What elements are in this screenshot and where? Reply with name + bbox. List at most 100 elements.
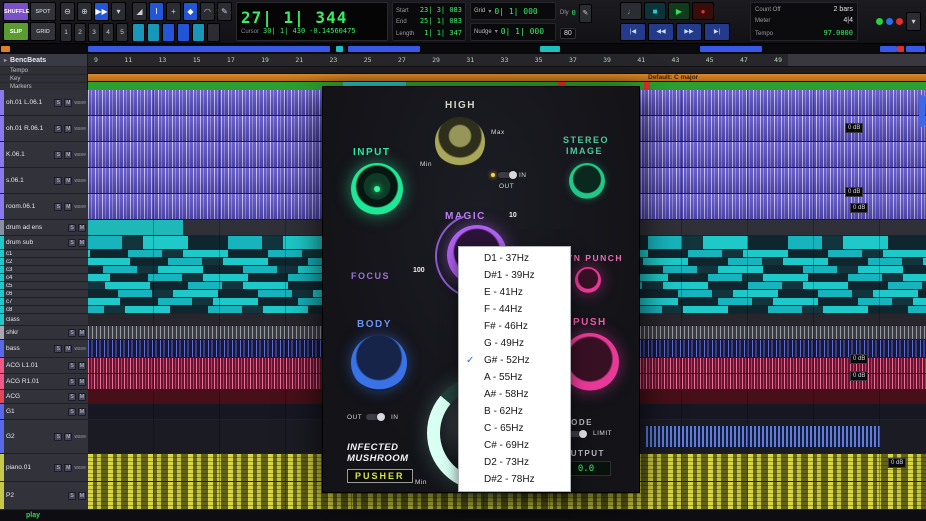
track-header[interactable]: c4 bbox=[0, 274, 88, 282]
zoom-preset-5[interactable]: 5 bbox=[116, 23, 128, 42]
tempo-ruler[interactable] bbox=[88, 66, 926, 73]
frequency-option[interactable]: F# - 46Hz bbox=[459, 318, 570, 335]
solo-button[interactable]: S bbox=[54, 176, 63, 185]
track-name[interactable]: oh.01 L.06.1 bbox=[6, 99, 52, 106]
track-header[interactable]: P2 S M bbox=[0, 482, 88, 510]
mode-slip-button[interactable]: SLIP bbox=[3, 22, 29, 41]
automation-follows-edit-toggle[interactable] bbox=[207, 23, 220, 42]
mute-button[interactable]: M bbox=[78, 361, 86, 370]
default-velocity-field[interactable]: 80 bbox=[560, 28, 576, 40]
mute-button[interactable]: M bbox=[64, 344, 73, 353]
track-name[interactable]: G1 bbox=[6, 408, 66, 415]
track-name[interactable]: c6 bbox=[6, 291, 86, 297]
track-header[interactable]: bass S Mwave bbox=[0, 340, 88, 358]
ruler-label-markers[interactable]: Markers bbox=[0, 82, 87, 90]
track-header[interactable]: c1 bbox=[0, 250, 88, 258]
mute-button[interactable]: M bbox=[78, 491, 86, 500]
count-off-value[interactable]: 2 bars bbox=[834, 6, 853, 13]
clip-gain-badge[interactable]: 0 dB bbox=[845, 123, 864, 133]
track-name[interactable]: piano.01 bbox=[6, 464, 52, 471]
zoom-preset-4[interactable]: 4 bbox=[102, 23, 114, 42]
track-name[interactable]: K.06.1 bbox=[6, 151, 52, 158]
frequency-option[interactable]: A - 55Hz bbox=[459, 369, 570, 386]
clip-gain-badge[interactable]: 0 dB bbox=[850, 371, 869, 381]
mute-button[interactable]: M bbox=[64, 176, 73, 185]
mode-shuffle-button[interactable]: SHUFFLE bbox=[3, 2, 29, 21]
pencil-tool-button[interactable]: ✎ bbox=[217, 2, 232, 21]
track-header[interactable]: ACG S M bbox=[0, 390, 88, 404]
track-name[interactable]: room.06.1 bbox=[6, 203, 52, 210]
track-name[interactable]: G2 bbox=[6, 433, 52, 440]
clip-gain-badge[interactable]: 0 dB bbox=[888, 458, 907, 468]
dyn-punch-knob[interactable] bbox=[575, 267, 601, 293]
track-header[interactable]: class bbox=[0, 314, 88, 326]
track-name[interactable]: c5 bbox=[6, 283, 86, 289]
clip-gain-badge[interactable]: 0 dB bbox=[850, 203, 869, 213]
zoom-preset-3[interactable]: 3 bbox=[88, 23, 100, 42]
track-header[interactable]: drum sub S M bbox=[0, 236, 88, 250]
group-header[interactable]: ▸ BencBeats bbox=[0, 54, 87, 66]
zoom-preset-2[interactable]: 2 bbox=[74, 23, 86, 42]
frequency-option[interactable]: F - 44Hz bbox=[459, 301, 570, 318]
selector-tool-button[interactable]: I bbox=[149, 2, 164, 21]
mode-grid-button[interactable]: GRID bbox=[30, 22, 56, 41]
track-name[interactable]: drum sub bbox=[6, 239, 66, 246]
frequency-option[interactable]: E - 41Hz bbox=[459, 284, 570, 301]
high-in-out-toggle[interactable] bbox=[497, 171, 517, 179]
solo-button[interactable]: S bbox=[54, 344, 63, 353]
track-name[interactable]: c4 bbox=[6, 275, 86, 281]
track-header[interactable]: piano.01 S Mwave bbox=[0, 454, 88, 482]
zoom-horizontal-button[interactable]: ▶▶ bbox=[94, 2, 109, 21]
collapse-icon[interactable]: ▸ bbox=[4, 57, 7, 64]
timeline-selection-strip[interactable] bbox=[0, 44, 926, 54]
zoom-out-button[interactable]: ⊖ bbox=[60, 2, 75, 21]
frequency-option-selected[interactable]: ✓ G# - 52Hz bbox=[459, 352, 570, 369]
smart-tool-button[interactable]: ◆ bbox=[183, 2, 198, 21]
key-signature-ruler[interactable]: Default: C major bbox=[88, 73, 926, 81]
mute-button[interactable]: M bbox=[64, 150, 73, 159]
rewind-button[interactable]: ◀◀ bbox=[648, 22, 674, 41]
body-in-out-toggle[interactable] bbox=[365, 413, 385, 421]
solo-button[interactable]: S bbox=[68, 238, 76, 247]
track-name[interactable]: bass bbox=[6, 345, 52, 352]
track-view-selector[interactable]: wave bbox=[74, 126, 86, 132]
mute-button[interactable]: M bbox=[64, 463, 73, 472]
track-header[interactable]: c2 bbox=[0, 258, 88, 266]
track-name[interactable]: c3 bbox=[6, 267, 86, 273]
grid-dropdown-icon[interactable]: ▾ bbox=[488, 8, 491, 15]
mirror-midi-toggle[interactable] bbox=[192, 23, 205, 42]
solo-button[interactable]: S bbox=[54, 150, 63, 159]
zoom-vertical-button[interactable]: ▾ bbox=[111, 2, 126, 21]
frequency-option[interactable]: A# - 58Hz bbox=[459, 386, 570, 403]
track-name[interactable]: class bbox=[6, 317, 86, 323]
track-view-selector[interactable]: wave bbox=[74, 152, 86, 158]
track-header[interactable]: s.06.1 S Mwave bbox=[0, 168, 88, 194]
track-view-selector[interactable]: wave bbox=[74, 465, 86, 471]
mute-button[interactable]: M bbox=[78, 377, 86, 386]
insertion-follows-playback-toggle[interactable] bbox=[177, 23, 190, 42]
tab-to-transient-toggle[interactable] bbox=[132, 23, 145, 42]
frequency-option[interactable]: G - 49Hz bbox=[459, 335, 570, 352]
link-track-selection-toggle[interactable] bbox=[162, 23, 175, 42]
solo-button[interactable]: S bbox=[54, 124, 63, 133]
metronome-button[interactable]: ♩ bbox=[620, 2, 642, 21]
high-knob[interactable] bbox=[435, 117, 485, 167]
pencil-mode-button[interactable]: ✎ bbox=[578, 3, 592, 23]
clip-gain-badge[interactable]: 0 dB bbox=[845, 187, 864, 197]
body-knob[interactable] bbox=[351, 335, 407, 391]
track-name[interactable]: c8 bbox=[6, 307, 86, 313]
zoom-in-button[interactable]: ⊕ bbox=[77, 2, 92, 21]
frequency-option[interactable]: B - 62Hz bbox=[459, 403, 570, 420]
track-name[interactable]: ACG bbox=[6, 393, 66, 400]
toolbar-menu-button[interactable]: ▾ bbox=[906, 12, 921, 31]
solo-button[interactable]: S bbox=[68, 407, 76, 416]
frequency-option[interactable]: D2 - 73Hz bbox=[459, 454, 570, 471]
end-value[interactable]: 25| 1| 083 bbox=[420, 17, 462, 25]
track-name[interactable]: shkr bbox=[6, 329, 66, 336]
stop-button[interactable]: ■ bbox=[644, 2, 666, 21]
nudge-dropdown-icon[interactable]: ▾ bbox=[495, 28, 498, 35]
mute-button[interactable]: M bbox=[78, 223, 86, 232]
ruler-label-key[interactable]: Key bbox=[0, 74, 87, 82]
record-button[interactable]: ● bbox=[692, 2, 714, 21]
track-name[interactable]: ACG R1.01 bbox=[6, 378, 66, 385]
